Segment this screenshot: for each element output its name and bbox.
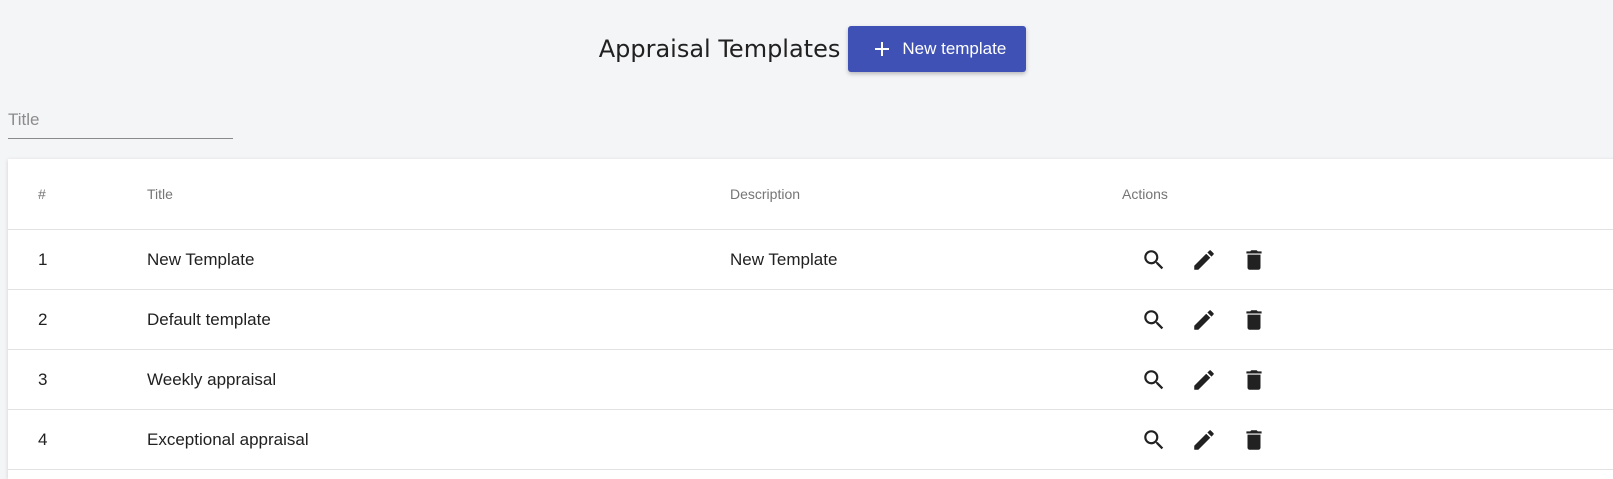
row-actions: [1122, 350, 1274, 409]
row-number: 4: [38, 429, 48, 449]
column-header-number: #: [38, 186, 46, 202]
column-header-actions: Actions: [1122, 186, 1168, 202]
column-header-description: Description: [730, 186, 801, 202]
title-filter-input[interactable]: [8, 104, 233, 136]
column-header-title: Title: [147, 186, 173, 202]
delete-icon[interactable]: [1234, 240, 1274, 280]
view-icon[interactable]: [1134, 360, 1174, 400]
delete-icon[interactable]: [1234, 360, 1274, 400]
row-title: Default template: [147, 309, 271, 329]
view-icon[interactable]: [1134, 300, 1174, 340]
delete-icon[interactable]: [1234, 420, 1274, 460]
row-number: 3: [38, 369, 48, 389]
table-row: 1 New Template New Template: [8, 230, 1613, 290]
title-filter[interactable]: [8, 104, 233, 139]
edit-icon[interactable]: [1184, 240, 1224, 280]
edit-icon[interactable]: [1184, 360, 1224, 400]
table-row: 4 Exceptional appraisal: [8, 410, 1613, 470]
page-title: Appraisal Templates: [598, 35, 841, 63]
table-row: 2 Default template: [8, 290, 1613, 350]
view-icon[interactable]: [1134, 420, 1174, 460]
row-number: 2: [38, 309, 48, 329]
delete-icon[interactable]: [1234, 300, 1274, 340]
row-actions: [1122, 290, 1274, 349]
templates-table: # Title Description Actions 1 New Templa…: [8, 159, 1613, 479]
new-template-button[interactable]: New template: [848, 26, 1027, 72]
row-actions: [1122, 410, 1274, 469]
table-header-row: # Title Description Actions: [8, 159, 1613, 230]
page-header: Appraisal Templates New template: [0, 26, 1613, 72]
edit-icon[interactable]: [1184, 420, 1224, 460]
row-title: Weekly appraisal: [147, 369, 277, 389]
row-number: 1: [38, 249, 48, 269]
edit-icon[interactable]: [1184, 300, 1224, 340]
view-icon[interactable]: [1134, 240, 1174, 280]
row-description: New Template: [730, 249, 838, 269]
row-actions: [1122, 230, 1274, 289]
table-row: 3 Weekly appraisal: [8, 350, 1613, 410]
plus-icon: [875, 42, 890, 56]
new-template-label: New template: [902, 39, 1007, 58]
row-title: New Template: [147, 249, 255, 269]
row-title: Exceptional appraisal: [147, 429, 309, 449]
